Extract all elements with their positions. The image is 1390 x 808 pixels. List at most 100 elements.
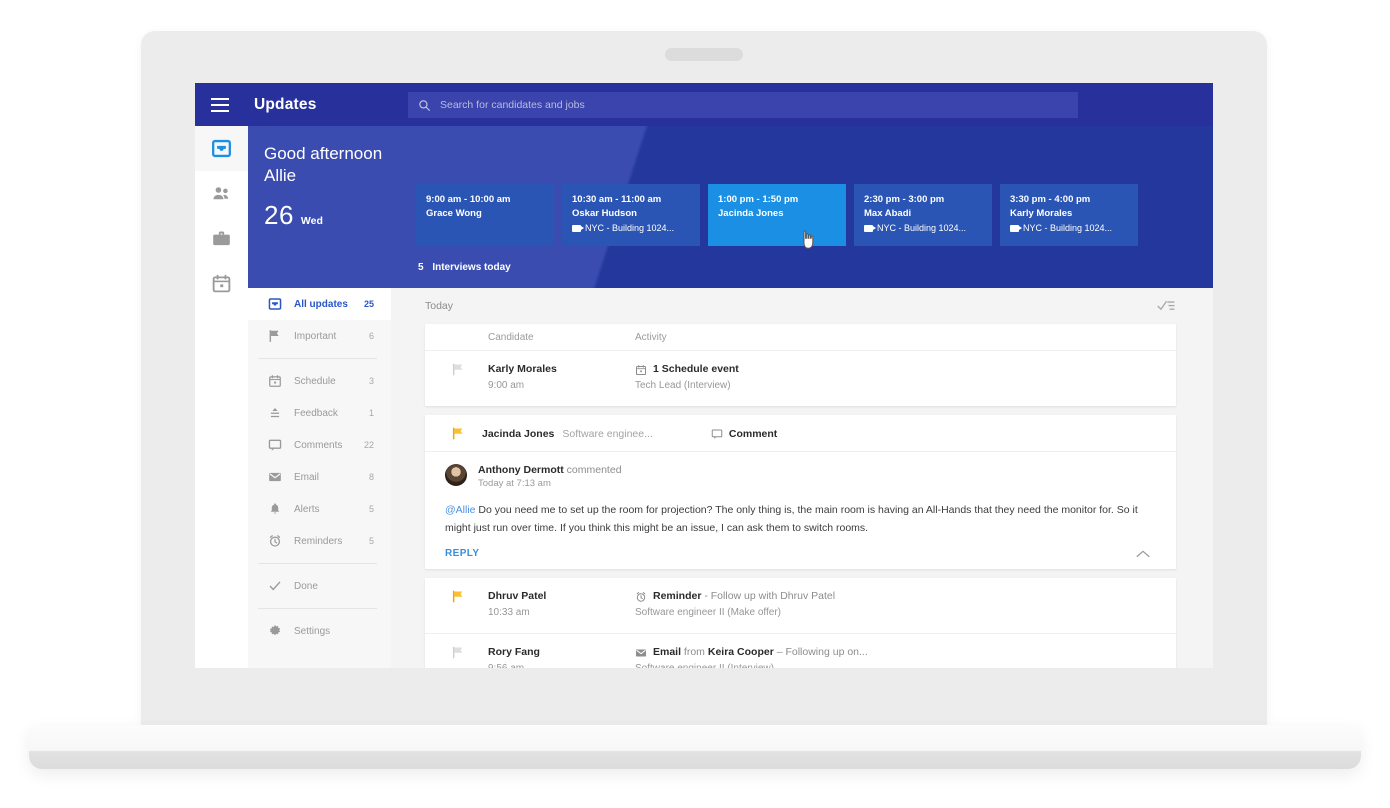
candidate-name: Karly Morales <box>488 363 557 375</box>
event-card[interactable]: 9:00 am - 10:00 am Grace Wong <box>416 184 554 246</box>
activity-detail: – Following up on... <box>773 646 868 658</box>
comment-author-line: Anthony Dermott commented <box>478 464 622 476</box>
chevron-up-icon[interactable] <box>1136 549 1150 559</box>
candidate-cell: Karly Morales 9:00 am <box>488 362 635 394</box>
table-row[interactable]: Dhruv Patel 10:33 am Reminder - Follow up … <box>425 578 1176 633</box>
event-strip: 9:00 am - 10:00 am Grace Wong 10:30 am - 1… <box>416 184 1138 249</box>
candidate-name: Jacinda Jones <box>482 427 555 440</box>
event-candidate: Max Abadi <box>864 208 912 219</box>
sidebar-item-all-updates[interactable]: All updates 25 <box>248 288 391 320</box>
sidebar-item-important[interactable]: Important 6 <box>248 320 391 352</box>
activity-title-wrap: Email from Keira Cooper – Following up o… <box>635 645 868 660</box>
sidebar-item-label: Reminders <box>294 535 343 547</box>
sidebar-item-count: 5 <box>368 536 374 546</box>
sidebar-item-label: Done <box>294 580 318 592</box>
location-icon <box>1010 224 1022 232</box>
flag-filled-icon <box>452 590 463 603</box>
bell-icon <box>270 503 280 514</box>
event-location: NYC - Building 1024... <box>585 223 675 233</box>
event-candidate: Jacinda Jones <box>718 208 784 219</box>
mark-all-read-icon[interactable] <box>1157 298 1176 314</box>
comment-body-text: Do you need me to set up the room for pr… <box>445 504 1138 534</box>
sidebar-item-reminders[interactable]: Reminders 5 <box>248 525 391 557</box>
sidebar-item-count: 3 <box>368 376 374 386</box>
rail-item-jobs[interactable] <box>195 216 248 261</box>
interviews-count: 5 <box>418 262 424 273</box>
activity-connector: from <box>681 646 708 658</box>
activity-detail: - Follow up with Dhruv Patel <box>701 590 836 602</box>
greeting-line-2: Allie <box>264 166 297 185</box>
activity-title-wrap: Reminder - Follow up with Dhruv Patel <box>635 589 835 604</box>
activity-subtitle: Tech Lead (Interview) <box>635 380 731 391</box>
event-card[interactable]: 3:30 pm - 4:00 pm Karly Morales NYC - Buil… <box>1000 184 1138 246</box>
table-row[interactable]: Rory Fang 9:56 am Email from Keira Cooper … <box>425 633 1176 668</box>
rail-item-candidates[interactable] <box>195 171 248 216</box>
activity-label-wrap: Comment <box>711 428 777 440</box>
comment-text: @Allie Do you need me to set up the room… <box>445 501 1150 537</box>
sidebar-item-done[interactable]: Done <box>248 570 391 602</box>
event-location-wrap: NYC - Building 1024... <box>572 221 691 235</box>
hamburger-icon[interactable] <box>195 83 245 126</box>
sidebar-item-alerts[interactable]: Alerts 5 <box>248 493 391 525</box>
feed-section-label: Today <box>425 300 454 312</box>
flag-cell[interactable] <box>425 427 482 440</box>
candidate-name: Rory Fang <box>488 646 540 658</box>
mention-link[interactable]: @Allie <box>445 504 476 516</box>
event-card[interactable]: 1:00 pm - 1:50 pm Jacinda Jones <box>708 184 846 249</box>
greeting: Good afternoon Allie <box>264 143 382 187</box>
activity-cell: Email from Keira Cooper – Following up o… <box>635 645 868 668</box>
page-title: Updates <box>254 95 317 113</box>
candidate-cell: Rory Fang 9:56 am <box>488 645 635 668</box>
inbox-icon <box>212 139 231 158</box>
activity-title-wrap: 1 Schedule event <box>635 362 739 377</box>
nav-panel: All updates 25 Important 6 Schedule 3 Feedback… <box>248 288 391 668</box>
flag-cell[interactable] <box>425 362 488 376</box>
candidate-time: 9:00 am <box>488 380 525 391</box>
search-input[interactable]: Search for candidates and jobs <box>408 92 1078 118</box>
screen: Updates Search for candidates and jobs G… <box>195 83 1213 668</box>
laptop-camera-bar <box>665 48 743 61</box>
flag-icon <box>269 330 279 342</box>
activity-sender: Keira Cooper <box>707 646 774 658</box>
sidebar-item-settings[interactable]: Settings <box>248 615 391 647</box>
event-card[interactable]: 2:30 pm - 3:00 pm Max Abadi NYC - Building… <box>854 184 992 246</box>
comment-actions: REPLY <box>445 548 1150 559</box>
sidebar-item-schedule[interactable]: Schedule 3 <box>248 365 391 397</box>
candidate-cell: Dhruv Patel 10:33 am <box>488 589 635 621</box>
comment-card-header[interactable]: Jacinda Jones Software enginee... Commen… <box>425 415 1176 452</box>
greeting-line-1: Good afternoon <box>264 144 383 163</box>
event-time: 3:30 pm - 4:00 pm <box>1010 194 1091 205</box>
event-candidate: Oskar Hudson <box>572 208 637 219</box>
sidebar-item-label: Alerts <box>294 503 320 515</box>
sidebar-item-feedback[interactable]: Feedback 1 <box>248 397 391 429</box>
sidebar-item-label: Important <box>294 330 337 342</box>
event-time: 9:00 am - 10:00 am <box>426 194 511 205</box>
rail-item-schedule[interactable] <box>195 261 248 306</box>
flag-outline-icon <box>452 363 463 376</box>
day-name: Wed <box>300 215 323 227</box>
flag-outline-icon <box>452 646 463 659</box>
flag-cell[interactable] <box>425 589 488 603</box>
sidebar-item-comments[interactable]: Comments 22 <box>248 429 391 461</box>
calendar-icon <box>269 375 281 387</box>
candidate-role: Software enginee... <box>562 427 653 440</box>
interviews-summary: 5 Interviews today <box>418 262 511 273</box>
sidebar-item-label: Feedback <box>294 407 338 419</box>
activity-title-text: Email from Keira Cooper – Following up o… <box>653 645 868 660</box>
sidebar-item-email[interactable]: Email 8 <box>248 461 391 493</box>
reply-button[interactable]: REPLY <box>445 548 479 559</box>
rail-item-updates[interactable] <box>195 126 248 171</box>
event-card[interactable]: 10:30 am - 11:00 am Oskar Hudson NYC - Bui… <box>562 184 700 246</box>
sidebar-item-label: Schedule <box>294 375 336 387</box>
email-icon <box>269 472 281 482</box>
avatar <box>445 464 467 486</box>
nav-divider <box>258 608 377 609</box>
search-placeholder: Search for candidates and jobs <box>440 99 585 111</box>
table-row[interactable]: Karly Morales 9:00 am 1 Schedule event T… <box>425 351 1176 406</box>
feed: Today Candidate Activity Karly Morales 9… <box>391 288 1213 668</box>
comment-author: Anthony Dermott <box>478 464 564 476</box>
flag-cell[interactable] <box>425 645 488 659</box>
gear-icon <box>269 624 281 636</box>
event-location-wrap: NYC - Building 1024... <box>864 221 983 235</box>
top-app-bar: Updates Search for candidates and jobs <box>195 83 1213 126</box>
